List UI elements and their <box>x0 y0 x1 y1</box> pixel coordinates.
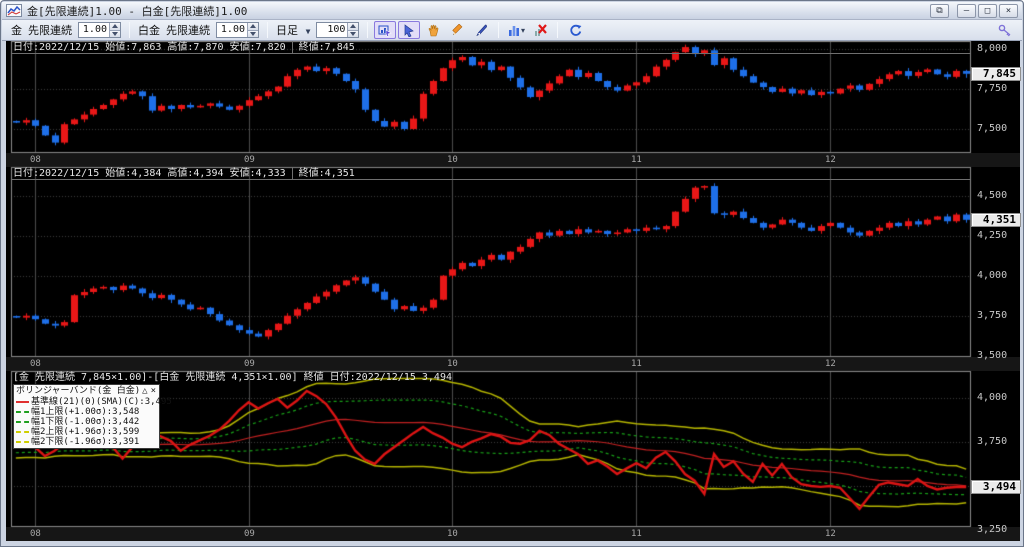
line-swatch <box>16 411 29 413</box>
last-price-box-platinum: 4,351 <box>971 213 1021 227</box>
x-axis-label: 08 <box>30 359 41 369</box>
x-axis-label: 08 <box>30 155 41 165</box>
spin-down-icon[interactable] <box>248 29 258 37</box>
close-info: 終値:4,351 <box>291 167 361 179</box>
x-axis-label: 10 <box>447 529 458 539</box>
y-axis-label: 8,000 <box>977 43 1008 54</box>
bollinger-legend: ボリンジャーバンド(金 白金) △ × 基準線(21)(0)(SMA)(C):3… <box>13 384 172 449</box>
close-button[interactable]: × <box>999 3 1018 18</box>
refresh-button[interactable] <box>564 21 586 39</box>
line-swatch <box>16 401 29 403</box>
legend-item: 幅1下限(-1.00σ):3,442 <box>16 417 157 427</box>
x-axis-label: 12 <box>825 155 836 165</box>
y-axis-label: 4,250 <box>977 230 1008 241</box>
y-axis-label: 4,000 <box>977 270 1008 281</box>
x-axis-label: 10 <box>447 359 458 369</box>
pen-tool-button[interactable] <box>470 21 492 39</box>
legend-title: ボリンジャーバンド(金 白金) <box>16 386 141 396</box>
bar-count-spinner[interactable]: 100 <box>316 22 360 38</box>
app-chart-icon <box>6 4 22 17</box>
pointer-tool-button[interactable] <box>398 21 421 39</box>
spread-chart-header: [金 先限連続 7,845×1.00]-[白金 先限連続 4,351×1.00]… <box>13 372 452 383</box>
delete-indicator-button[interactable] <box>529 21 551 39</box>
symbol1-multiplier-spinner[interactable]: 1.00 <box>78 22 121 38</box>
y-axis-label: 3,250 <box>977 524 1008 535</box>
chart-select-tool-button[interactable] <box>374 21 397 39</box>
x-axis-label: 12 <box>825 359 836 369</box>
spin-down-icon[interactable] <box>110 29 120 37</box>
close-info: 終値:7,845 <box>291 41 361 53</box>
chart-select-icon <box>378 25 393 37</box>
symbol1-series-label: 先限連続 <box>28 24 72 37</box>
chevron-down-icon: ▾ <box>520 25 525 35</box>
ohlc-info: 日付:2022/12/15 始値:7,863 高値:7,870 安値:7,820 <box>13 42 286 53</box>
x-axis-label: 09 <box>244 529 255 539</box>
pencil-tool-button[interactable] <box>446 21 468 39</box>
toolbar-separator <box>129 22 130 38</box>
pencil-icon <box>452 23 463 35</box>
window-title: 金[先限連続]1.00 - 白金[先限連続]1.00 <box>27 4 248 18</box>
x-axis-label: 10 <box>447 155 458 165</box>
spin-down-icon[interactable] <box>348 29 359 37</box>
legend-item: 幅2下限(-1.96σ):3,391 <box>16 437 157 447</box>
last-price-box-spread: 3,494 <box>971 480 1021 494</box>
settings-key-icon[interactable] <box>998 24 1012 37</box>
x-axis-label: 11 <box>631 359 642 369</box>
x-axis-label: 08 <box>30 529 41 539</box>
x-axis-label: 09 <box>244 359 255 369</box>
last-price-box-gold: 7,845 <box>971 67 1021 81</box>
toolbar-separator <box>498 22 500 38</box>
symbol2-multiplier-value[interactable]: 1.00 <box>217 23 247 37</box>
x-axis-label: 11 <box>631 155 642 165</box>
y-axis-label: 7,500 <box>977 123 1008 134</box>
y-axis-label: 3,750 <box>977 436 1008 447</box>
symbol2-label: 白金 <box>138 24 160 37</box>
y-axis-label: 4,000 <box>977 392 1008 403</box>
symbol2-series-label: 先限連続 <box>166 24 210 37</box>
title-bar[interactable]: 金[先限連続]1.00 - 白金[先限連続]1.00 ⧉ – □ × <box>2 2 1022 20</box>
toolbar-separator <box>367 22 369 38</box>
period-select[interactable]: 日足 ▼ <box>276 22 310 38</box>
symbol1-label: 金 <box>11 24 22 37</box>
delete-x-icon <box>534 24 547 36</box>
pointer-icon <box>405 23 415 37</box>
legend-close-icon[interactable]: × <box>151 386 157 397</box>
x-axis-label: 09 <box>244 155 255 165</box>
toolbar: 金 先限連続 1.00 白金 先限連続 1.00 日足 ▼ 100 ▾ <box>2 20 1022 41</box>
x-axis-label: 11 <box>631 529 642 539</box>
chart-area: 日付:2022/12/15 始値:7,863 高値:7,870 安値:7,820… <box>6 41 1021 541</box>
legend-item: 幅2上限(+1.96σ):3,599 <box>16 427 157 437</box>
y-axis-label: 7,750 <box>977 83 1008 94</box>
app-window: 金[先限連続]1.00 - 白金[先限連続]1.00 ⧉ – □ × 金 先限連… <box>0 0 1024 547</box>
platinum-chart-header: 日付:2022/12/15 始値:4,384 高値:4,394 安値:4,333… <box>11 167 971 180</box>
gold-chart-header: 日付:2022/12/15 始値:7,863 高値:7,870 安値:7,820… <box>11 41 971 54</box>
legend-collapse-icon[interactable]: △ <box>142 386 148 397</box>
bar-chart-icon <box>508 26 519 36</box>
legend-item: 幅1上限(+1.00σ):3,548 <box>16 407 157 417</box>
chart-type-button[interactable]: ▾ <box>505 21 527 39</box>
pin-window-button[interactable]: ⧉ <box>930 3 949 18</box>
pen-icon <box>476 24 487 36</box>
legend-item: 基準線(21)(0)(SMA)(C):3,495 <box>16 397 172 407</box>
toolbar-separator <box>267 22 268 38</box>
symbol2-multiplier-spinner[interactable]: 1.00 <box>216 22 259 38</box>
refresh-icon <box>570 24 582 36</box>
line-swatch <box>16 421 29 423</box>
line-swatch <box>16 431 29 433</box>
candlestick-spread-charts[interactable] <box>6 41 1020 541</box>
symbol1-multiplier-value[interactable]: 1.00 <box>79 23 109 37</box>
chevron-down-icon: ▼ <box>305 27 311 36</box>
bar-count-value[interactable]: 100 <box>317 23 347 37</box>
y-axis-label: 3,750 <box>977 310 1008 321</box>
y-axis-label: 4,500 <box>977 190 1008 201</box>
y-axis-label: 3,500 <box>977 350 1008 361</box>
maximize-button[interactable]: □ <box>978 3 997 18</box>
x-axis-label: 12 <box>825 529 836 539</box>
line-swatch <box>16 441 29 443</box>
toolbar-separator <box>557 22 559 38</box>
hand-tool-button[interactable] <box>422 21 444 39</box>
ohlc-info: 日付:2022/12/15 始値:4,384 高値:4,394 安値:4,333 <box>13 168 286 179</box>
hand-icon <box>428 24 439 36</box>
minimize-button[interactable]: – <box>957 3 976 18</box>
